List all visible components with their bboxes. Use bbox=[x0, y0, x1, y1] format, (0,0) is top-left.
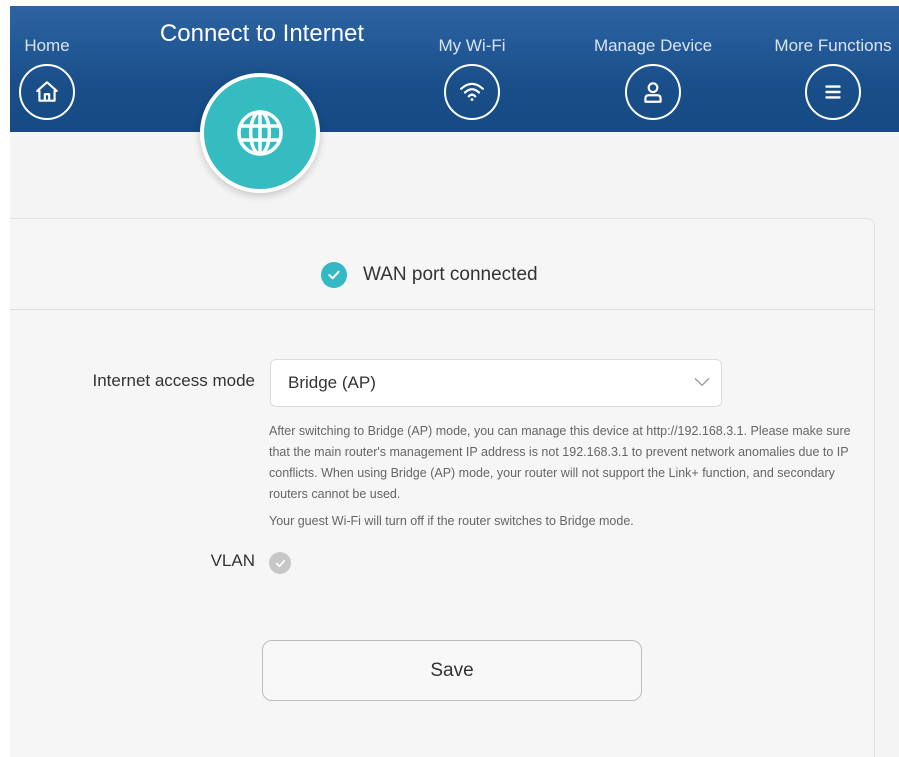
bridge-mode-help-text: After switching to Bridge (AP) mode, you… bbox=[269, 424, 851, 501]
wan-status-row: WAN port connected bbox=[10, 219, 874, 310]
nav-home-label: Home bbox=[24, 36, 70, 55]
check-icon bbox=[274, 557, 287, 570]
nav-more-functions[interactable]: More Functions bbox=[767, 36, 899, 120]
nav-wifi[interactable]: My Wi-Fi bbox=[430, 36, 514, 120]
wifi-icon bbox=[444, 64, 500, 120]
nav-manage-label: Manage Device bbox=[593, 36, 713, 55]
check-circle-icon bbox=[321, 262, 347, 288]
internet-access-mode-label: Internet access mode bbox=[92, 371, 255, 390]
vlan-checkbox[interactable] bbox=[269, 552, 291, 574]
nav-connect-to-internet[interactable] bbox=[200, 73, 320, 193]
nav-manage-device[interactable]: Manage Device bbox=[588, 36, 718, 120]
nav-wifi-label: My Wi-Fi bbox=[438, 36, 506, 55]
bridge-mode-help: After switching to Bridge (AP) mode, you… bbox=[269, 421, 859, 532]
home-icon bbox=[19, 64, 75, 120]
vlan-label: VLAN bbox=[210, 551, 255, 570]
wan-status: WAN port connected bbox=[321, 262, 538, 288]
nav-home[interactable]: Home bbox=[12, 36, 82, 120]
internet-access-mode-select[interactable]: Bridge (AP) bbox=[270, 359, 722, 407]
chevron-down-icon bbox=[692, 372, 712, 392]
top-navigation-bar: Home Connect to Internet My Wi-Fi Manage… bbox=[10, 6, 899, 132]
guest-wifi-note: Your guest Wi-Fi will turn off if the ro… bbox=[269, 514, 634, 528]
globe-icon bbox=[232, 105, 288, 161]
user-icon bbox=[625, 64, 681, 120]
internet-access-mode-value: Bridge (AP) bbox=[288, 373, 376, 392]
save-button[interactable]: Save bbox=[262, 640, 642, 701]
nav-connect-label: Connect to Internet bbox=[159, 20, 365, 47]
settings-card: WAN port connected Internet access mode … bbox=[10, 218, 875, 757]
menu-icon bbox=[805, 64, 861, 120]
wan-status-text: WAN port connected bbox=[363, 264, 538, 285]
nav-more-label: More Functions bbox=[774, 36, 892, 55]
router-admin-page: Home Connect to Internet My Wi-Fi Manage… bbox=[10, 6, 899, 757]
